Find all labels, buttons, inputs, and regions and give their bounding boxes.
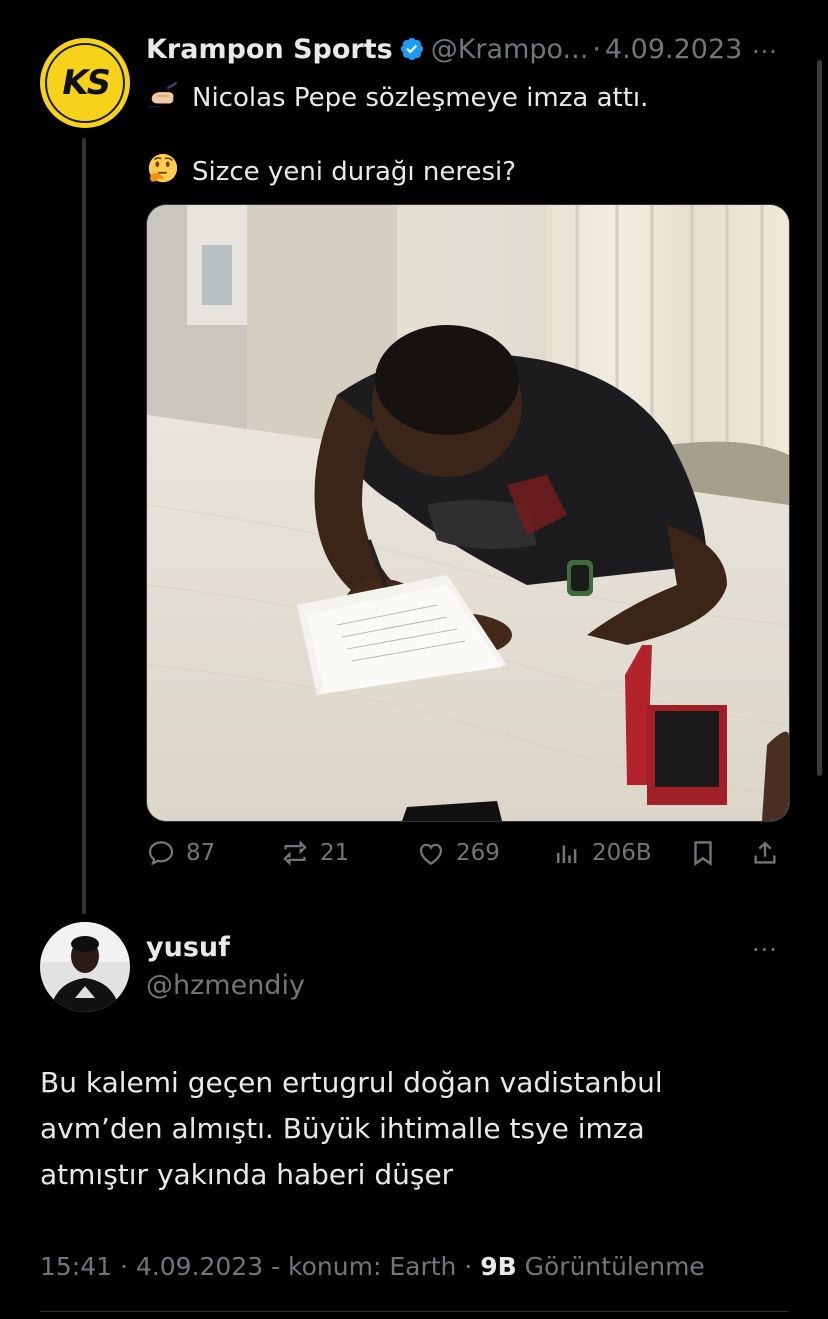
tweet-header: Krampon Sports @Krampo... · 4.09.2023 [146,34,746,65]
avatar-photo [40,922,130,1012]
share-button[interactable] [750,838,790,868]
avatar-krampon-sports[interactable]: KS [40,38,130,128]
photo-man-signing-contract [147,205,789,821]
share-icon [754,841,776,864]
timestamp-location[interactable]: 15:41 · 4.09.2023 - konum: Earth · [40,1252,472,1281]
writing-hand-emoji-icon [147,81,178,108]
handle[interactable]: @Krampo... [431,34,589,65]
avatar-yusuf[interactable] [40,922,130,1012]
reply-text-line: Bu kalemi geçen ertugrul doğan vadistanb… [40,1066,663,1099]
reply-handle[interactable]: @hzmendiy [146,970,305,1001]
tweet-date[interactable]: 4.09.2023 [605,34,742,65]
tweet-text-line-1: Nicolas Pepe sözleşmeye imza attı. [146,78,648,115]
view-count: 206B [592,840,652,866]
avatar-logo-text: KS [58,63,112,103]
reply-text-line: atmıştır yakında haberi düşer [40,1158,454,1191]
repost-icon [283,840,307,866]
verified-badge-icon [400,37,423,61]
reply-button[interactable]: 87 [146,838,215,868]
divider [40,1311,788,1312]
repost-button[interactable]: 21 [280,838,349,868]
tweet-text-line-2: Sizce yeni durağı neresi? [146,152,516,189]
bookmark-button[interactable] [688,838,728,868]
more-options-icon[interactable]: ··· [752,38,778,66]
reply-text-line: avm’den almıştı. Büyük ihtimalle tsye im… [40,1112,645,1145]
thinking-face-emoji-icon [148,153,178,183]
reply-view-count: 9B [480,1252,517,1281]
separator-dot: · [592,34,601,65]
views-button[interactable]: 206B [552,838,652,868]
like-count: 269 [456,840,500,866]
reply-display-name[interactable]: yusuf [146,932,230,963]
reply-count: 87 [186,840,216,866]
avatar-ring: KS [45,43,125,123]
reply-icon [148,841,174,866]
tweet-text-1: Nicolas Pepe sözleşmeye imza attı. [192,83,649,113]
reply-more-options-icon[interactable]: ··· [752,936,778,964]
views-label: Görüntülenme [524,1252,705,1281]
repost-count: 21 [320,840,350,866]
thread-connector-line [82,138,86,914]
heart-icon [419,843,443,865]
display-name[interactable]: Krampon Sports [146,34,393,65]
reply-text: Bu kalemi geçen ertugrul doğan vadistanb… [40,1060,663,1198]
scrollbar[interactable] [817,60,822,776]
views-chart-icon [557,845,577,863]
tweet-text-2: Sizce yeni durağı neresi? [192,157,517,187]
like-button[interactable]: 269 [416,838,500,868]
reply-meta: 15:41 · 4.09.2023 - konum: Earth · 9B Gö… [40,1252,705,1281]
bookmark-icon [694,841,712,866]
tweet-photo[interactable] [146,204,790,822]
